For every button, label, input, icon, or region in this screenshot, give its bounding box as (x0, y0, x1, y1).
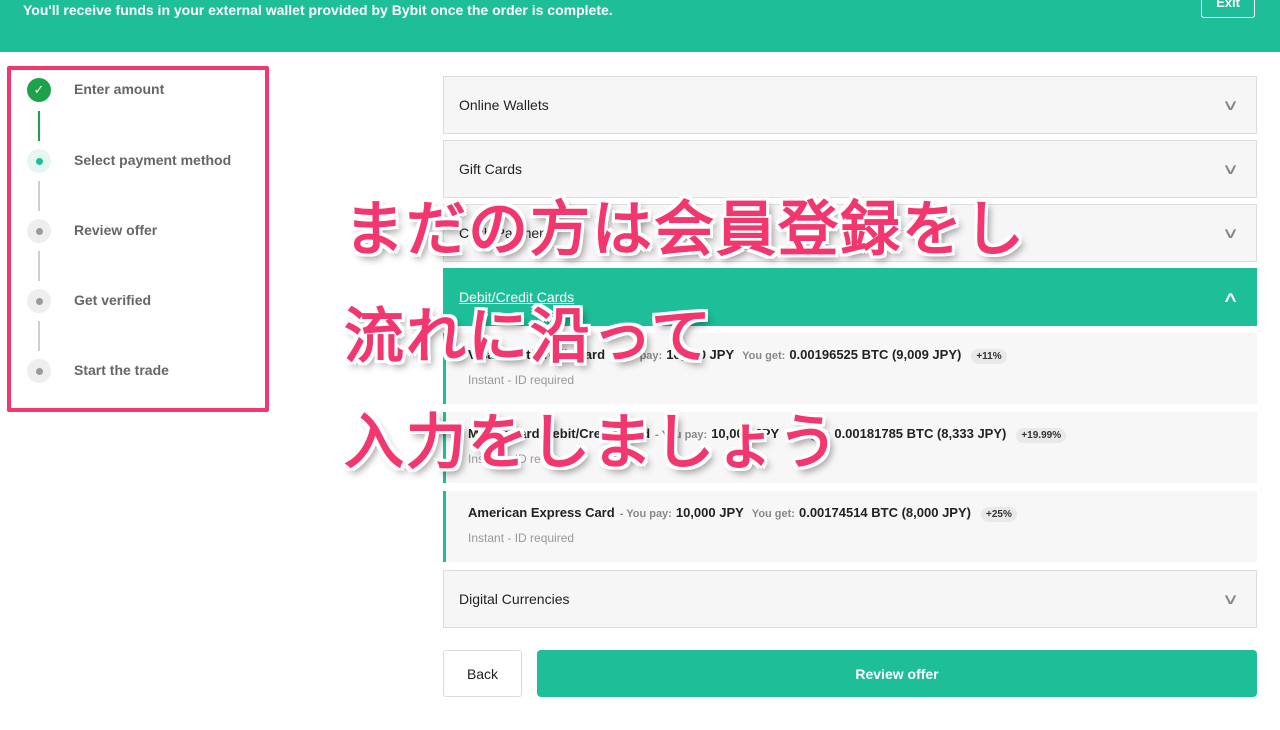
accordion-online-wallets[interactable]: Online Wallets ∨ (443, 76, 1257, 134)
chevron-down-icon: ∨ (1221, 161, 1240, 178)
chevron-down-icon: ∨ (1221, 225, 1240, 242)
step-connector (38, 181, 40, 211)
active-step-icon (27, 149, 51, 173)
offer-margin-badge: +25% (980, 507, 1017, 522)
chevron-up-icon: ∧ (1221, 289, 1240, 306)
offer-pay-amount: 10,000 JPY (675, 505, 744, 520)
annotation-line: まだの方は会員登録をし (344, 196, 1026, 263)
pending-step-icon (27, 219, 51, 243)
offer-margin-badge: +19.99% (1016, 428, 1067, 443)
info-banner: You'll receive funds in your external wa… (0, 0, 1280, 52)
banner-message: You'll receive funds in your external wa… (23, 2, 613, 18)
step-label: Review offer (74, 222, 158, 238)
offer-get-amount: 0.00181785 BTC (8,333 JPY) (834, 426, 1007, 441)
accordion-label: Digital Currencies (459, 591, 570, 607)
step-connector (38, 321, 40, 351)
step-connector (38, 111, 40, 141)
progress-stepper: ✓ Enter amount Select payment method Rev… (7, 66, 269, 412)
offer-margin-badge: +11% (971, 349, 1007, 364)
back-button[interactable]: Back (443, 650, 522, 697)
step-label: Start the trade (74, 362, 169, 378)
pending-step-icon (27, 359, 51, 383)
step-connector (38, 251, 40, 281)
offer-subtitle: Instant - ID required (468, 531, 575, 545)
pending-step-icon (27, 289, 51, 313)
offer-name: American Express Card (468, 505, 615, 520)
checkmark-icon: ✓ (27, 78, 51, 102)
step-label: Get verified (74, 292, 152, 308)
chevron-down-icon: ∨ (1221, 591, 1240, 608)
exit-button[interactable]: Exit (1201, 0, 1255, 18)
offer-get-label: You get: (751, 508, 795, 520)
annotation-line: 流れに沿って (344, 303, 713, 370)
offer-subtitle: Instant - ID required (468, 373, 575, 387)
offer-get-label: You get: (742, 350, 786, 362)
review-offer-button[interactable]: Review offer (537, 650, 1257, 697)
accordion-label: Gift Cards (459, 161, 523, 177)
step-label: Enter amount (74, 81, 165, 97)
offer-get-amount: 0.00174514 BTC (8,000 JPY) (798, 505, 971, 520)
offer-row[interactable]: American Express Card - You pay: 10,000 … (443, 491, 1257, 562)
offer-pay-label: - You pay: (619, 508, 672, 520)
accordion-label: Online Wallets (459, 97, 549, 113)
annotation-line: 入力をしましょう (344, 409, 840, 476)
chevron-down-icon: ∨ (1221, 97, 1240, 114)
accordion-gift-cards[interactable]: Gift Cards ∨ (443, 140, 1257, 198)
accordion-digital-currencies[interactable]: Digital Currencies ∨ (443, 570, 1257, 628)
offer-get-amount: 0.00196525 BTC (9,009 JPY) (789, 347, 962, 362)
step-label: Select payment method (74, 152, 232, 168)
